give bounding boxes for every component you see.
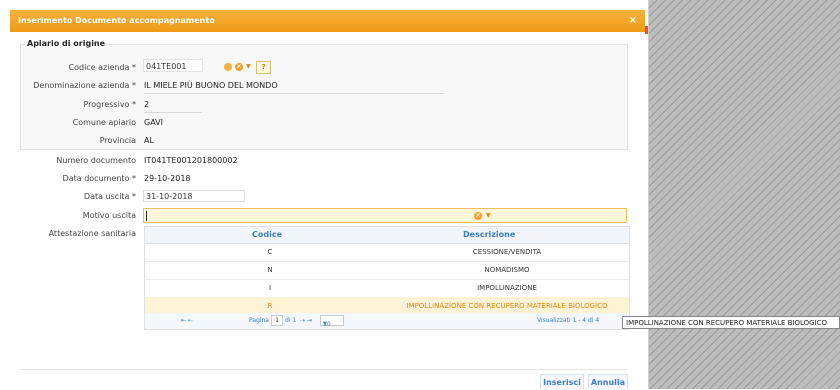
- codice-azienda-label: Codice azienda *: [68, 63, 136, 72]
- page-number-input[interactable]: 1: [271, 315, 283, 326]
- progressivo-underline: [144, 112, 202, 113]
- close-icon[interactable]: ×: [629, 10, 637, 32]
- motivo-uscita-label: Motivo uscita: [82, 211, 136, 220]
- cell-codice: R: [267, 302, 273, 310]
- annulla-button[interactable]: Annulla: [588, 374, 628, 389]
- numero-documento-value: IT041TE001201800002: [144, 156, 238, 165]
- provincia-value: AL: [144, 136, 154, 145]
- attestazione-sanitaria-label: Attestazione sanitaria: [48, 229, 136, 238]
- confirm-icon[interactable]: [224, 63, 232, 71]
- chevron-down-icon[interactable]: ▼: [246, 63, 251, 70]
- help-button[interactable]: ?: [256, 61, 271, 74]
- provincia-label: Provincia: [99, 136, 136, 145]
- cell-descrizione: IMPOLLINAZIONE CON RECUPERO MATERIALE BI…: [406, 302, 608, 310]
- visualizzati-label: Visualizzati 1 - 4 di 4: [537, 317, 600, 324]
- cell-descrizione: IMPOLLINAZIONE: [477, 284, 537, 292]
- data-documento-value: 29-10-2018: [144, 174, 191, 183]
- table-row[interactable]: C CESSIONE/VENDITA: [145, 243, 629, 262]
- page-total-label: di 1: [285, 317, 297, 324]
- col-header-codice[interactable]: Codice: [252, 230, 282, 239]
- progressivo-value: 2: [144, 100, 150, 109]
- table-row-selected[interactable]: R IMPOLLINAZIONE CON RECUPERO MATERIALE …: [145, 297, 629, 314]
- motivo-uscita-dropdown-grid: Codice Descrizione C CESSIONE/VENDITA N …: [144, 226, 630, 330]
- tooltip: IMPOLLINAZIONE CON RECUPERO MATERIALE BI…: [622, 316, 840, 329]
- origin-legend: Apiario di origine: [24, 39, 109, 48]
- page-size-select[interactable]: 10 ▼: [320, 315, 344, 328]
- cell-codice: C: [267, 248, 273, 256]
- origin-fieldset: [20, 44, 628, 150]
- pagina-label: Pagina: [249, 317, 269, 324]
- document-dialog: Inserimento Documento accompagnamento × …: [0, 0, 649, 389]
- chevron-down-icon: ▼: [323, 321, 327, 327]
- comune-value: GAVI: [144, 118, 163, 127]
- grid-header: Codice Descrizione: [145, 227, 629, 244]
- grid-pager: ⇤ ⇠ Pagina 1 di 1 ⇢ ⇥ 10 ▼ Visualizzati …: [145, 313, 629, 329]
- inserisci-button[interactable]: Inserisci: [540, 374, 584, 389]
- cell-descrizione: NOMADISMO: [484, 266, 530, 274]
- text-cursor: [146, 211, 147, 221]
- numero-documento-label: Numero documento: [56, 156, 136, 165]
- dialog-titlebar: Inserimento Documento accompagnamento ×: [10, 10, 645, 32]
- cell-descrizione: CESSIONE/VENDITA: [472, 248, 542, 256]
- denominazione-value: IL MIELE PIÙ BUONO DEL MONDO: [144, 81, 278, 90]
- chevron-down-icon[interactable]: ▼: [486, 212, 491, 219]
- modal-backdrop: [648, 0, 840, 389]
- clear-icon[interactable]: ×: [235, 63, 243, 71]
- comune-label: Comune apiario: [72, 118, 136, 127]
- scroll-indicator: [645, 26, 648, 34]
- table-row[interactable]: I IMPOLLINAZIONE: [145, 279, 629, 298]
- footer-divider: [20, 369, 628, 370]
- codice-azienda-input[interactable]: 041TE001: [143, 59, 203, 72]
- progressivo-label: Progressivo *: [83, 100, 136, 109]
- cell-codice: I: [268, 284, 272, 292]
- data-uscita-input[interactable]: 31-10-2018: [143, 190, 245, 202]
- col-header-descrizione[interactable]: Descrizione: [463, 230, 515, 239]
- first-prev-page-icon[interactable]: ⇤ ⇠: [181, 317, 193, 324]
- table-row[interactable]: N NOMADISMO: [145, 261, 629, 280]
- motivo-uscita-input[interactable]: × ▼: [143, 208, 627, 223]
- clear-icon[interactable]: ×: [474, 212, 482, 220]
- denominazione-underline: [144, 93, 444, 94]
- denominazione-label: Denominazione azienda *: [33, 81, 136, 90]
- cell-codice: N: [267, 266, 273, 274]
- dialog-title: Inserimento Documento accompagnamento: [18, 16, 215, 25]
- data-uscita-label: Data uscita *: [83, 192, 136, 201]
- data-documento-label: Data documento *: [62, 174, 136, 183]
- next-last-page-icon[interactable]: ⇢ ⇥: [300, 317, 312, 324]
